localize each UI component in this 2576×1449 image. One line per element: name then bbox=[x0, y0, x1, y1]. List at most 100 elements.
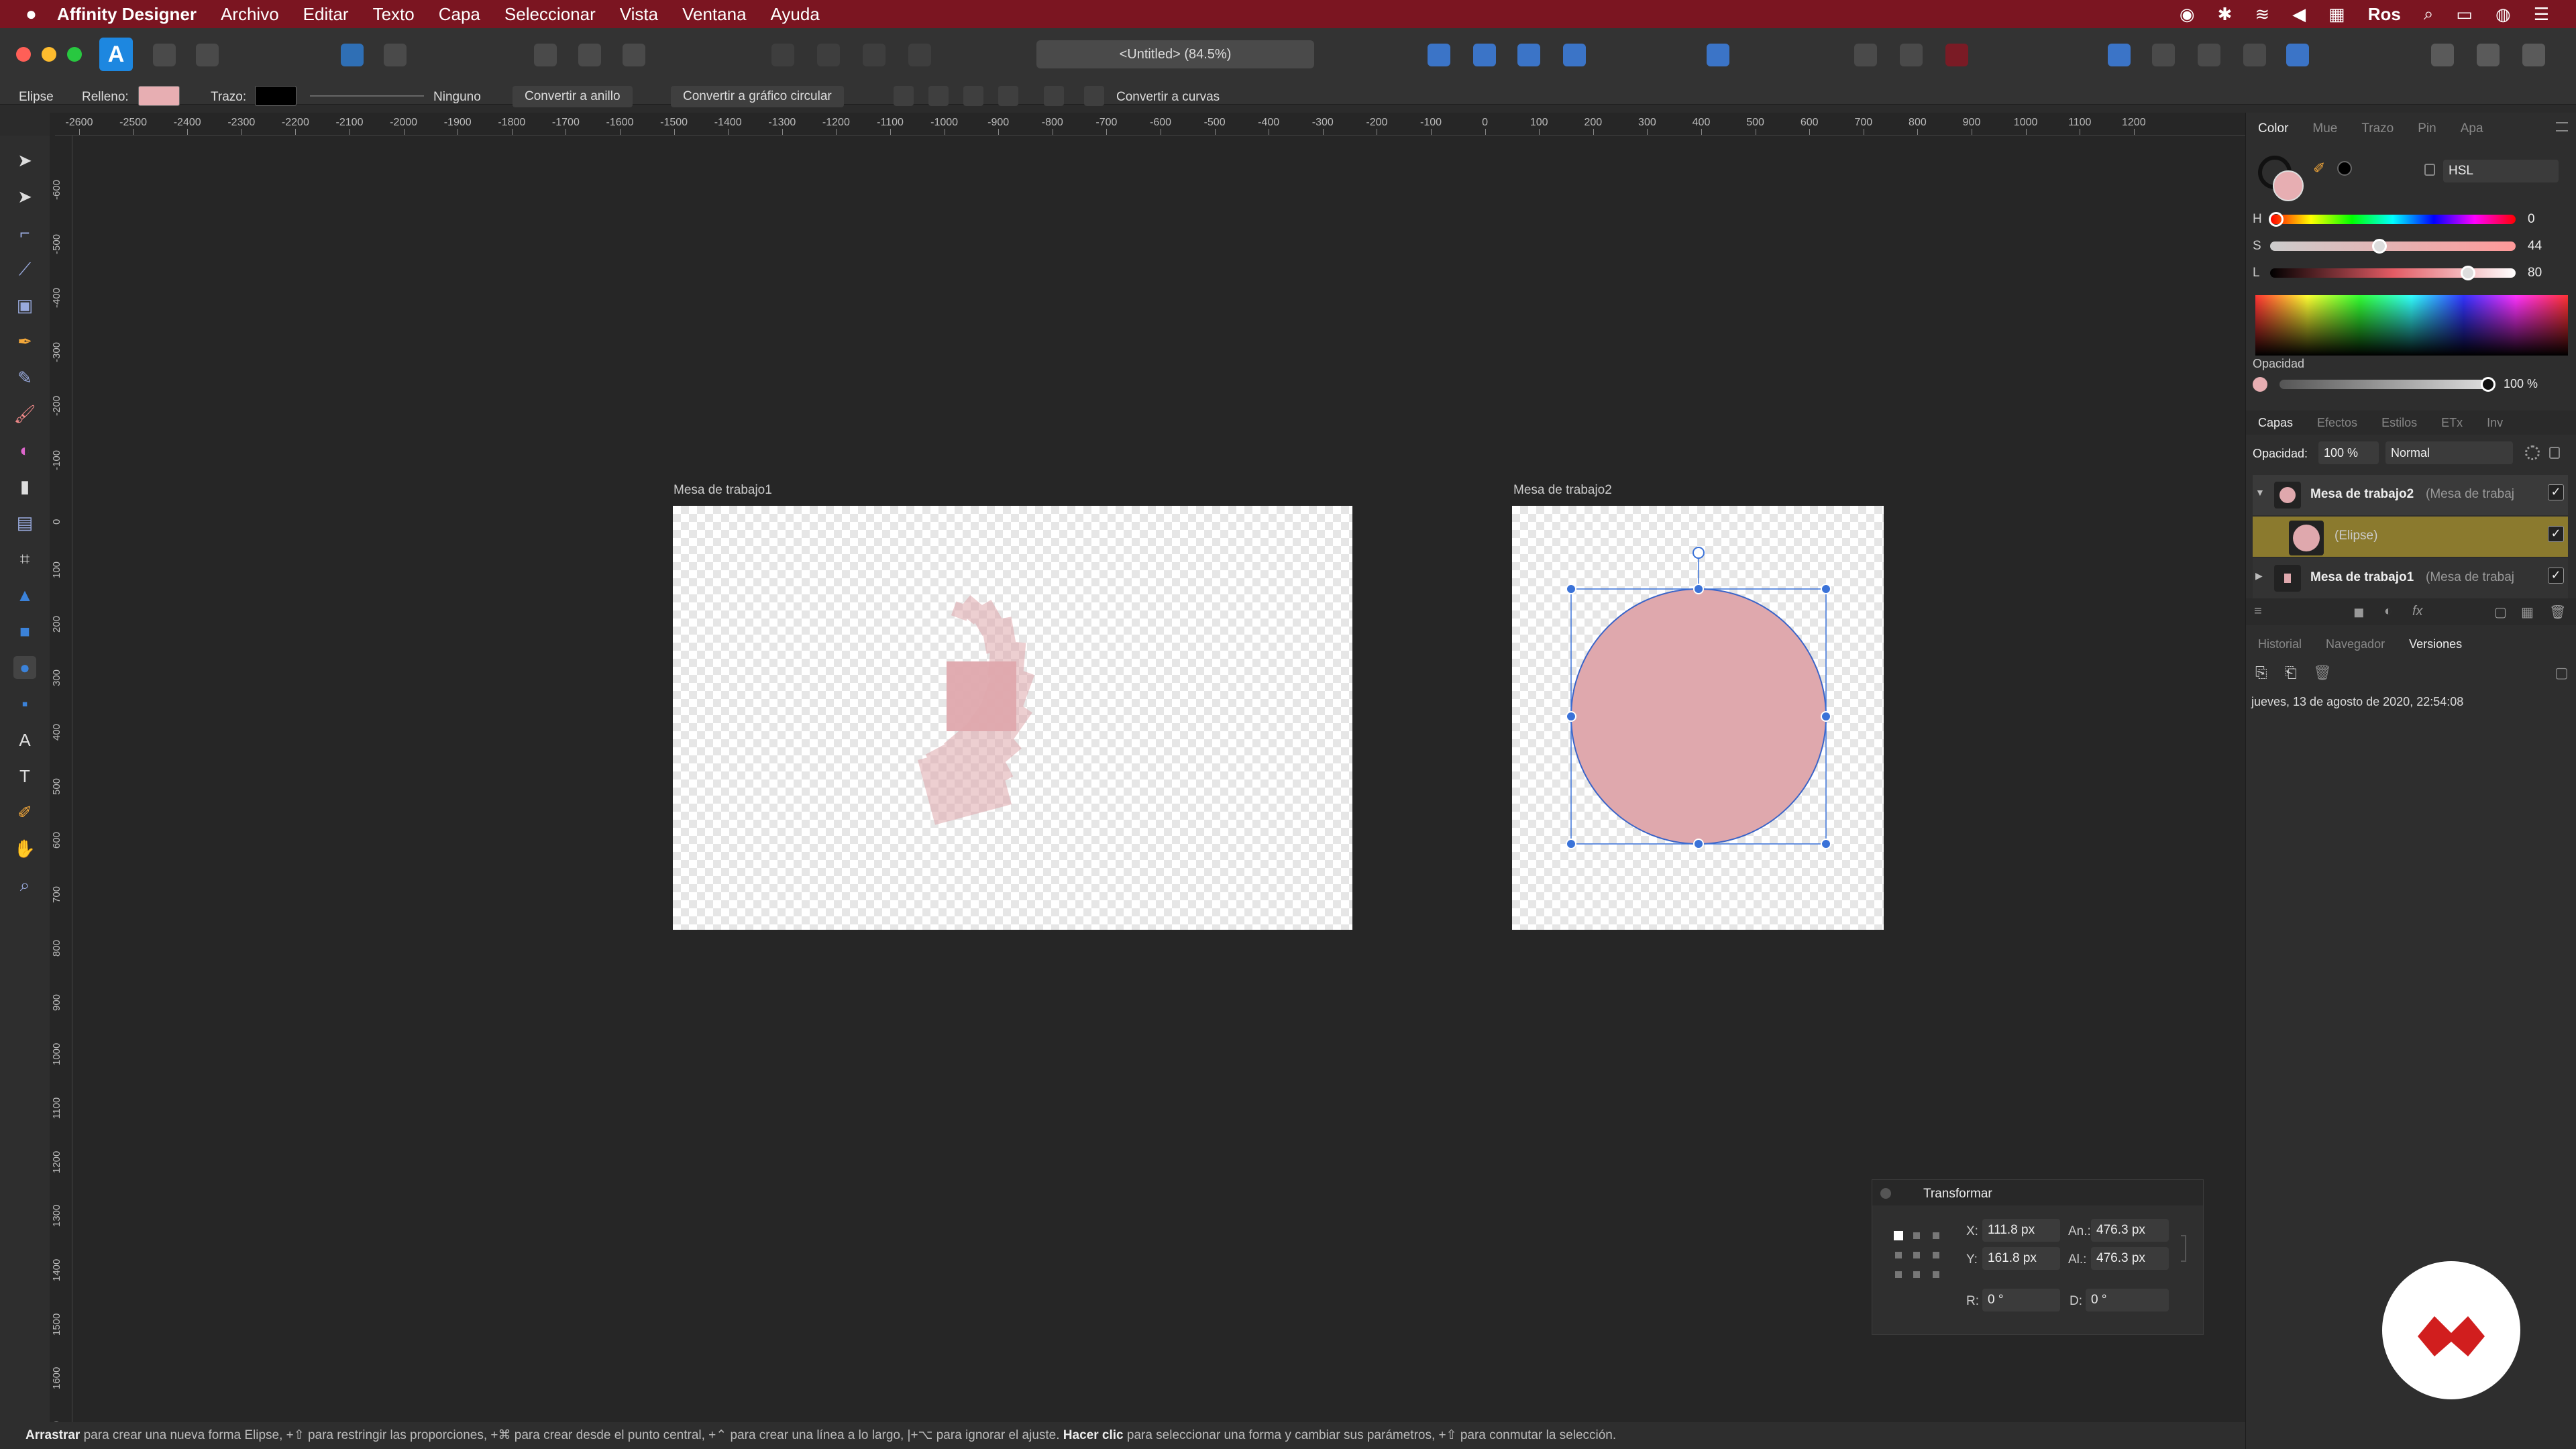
tab-appearance[interactable]: Apa bbox=[2449, 121, 2496, 136]
resize-handle-n[interactable] bbox=[1693, 584, 1704, 594]
opacity-value[interactable]: 100 % bbox=[2504, 377, 2538, 391]
assistant-icon[interactable] bbox=[341, 44, 364, 66]
visibility-checkbox[interactable]: ✓ bbox=[2548, 568, 2564, 584]
move-tool-icon[interactable]: ➤ bbox=[13, 149, 36, 172]
ellipse-shape[interactable] bbox=[1570, 588, 1827, 845]
tab-layers[interactable]: Capas bbox=[2246, 416, 2305, 430]
control-center-icon[interactable]: ▭ bbox=[2456, 4, 2473, 25]
insert-icon[interactable] bbox=[2286, 44, 2309, 66]
place-image-tool-icon[interactable]: ▤ bbox=[13, 511, 36, 534]
boolean-subtract-icon[interactable] bbox=[817, 44, 840, 66]
s-value[interactable]: 44 bbox=[2528, 239, 2542, 254]
pencil-tool-icon[interactable]: ✎ bbox=[13, 366, 36, 389]
save-version-icon[interactable]: ⎘ bbox=[2255, 664, 2267, 682]
siri-icon[interactable]: ◍ bbox=[2496, 4, 2511, 25]
triangle-tool-icon[interactable]: ▲ bbox=[13, 584, 36, 606]
link-proportions-icon[interactable] bbox=[2181, 1235, 2186, 1262]
close-window-button[interactable] bbox=[16, 47, 31, 62]
vector-brush-tool-icon[interactable]: 🖌 bbox=[13, 402, 36, 425]
hue-knob[interactable] bbox=[2269, 212, 2284, 227]
menu-ventana[interactable]: Ventana bbox=[682, 4, 746, 25]
stroke-width-value[interactable]: Ninguno bbox=[433, 90, 481, 105]
transform-origin-icon[interactable] bbox=[1044, 86, 1064, 106]
menu-archivo[interactable]: Archivo bbox=[221, 4, 279, 25]
align-icon[interactable] bbox=[1707, 44, 1729, 66]
expand-icon[interactable]: ▶ bbox=[2255, 570, 2263, 582]
layers-stack-icon[interactable]: ≡ bbox=[2254, 604, 2262, 619]
stroke-width-slider[interactable] bbox=[310, 95, 424, 97]
snap-center-icon[interactable] bbox=[894, 86, 914, 106]
move-back-icon[interactable] bbox=[2198, 44, 2220, 66]
designer-persona-icon[interactable]: A bbox=[99, 38, 133, 71]
snap-midpoint-icon[interactable] bbox=[963, 86, 983, 106]
resize-handle-ne[interactable] bbox=[1821, 584, 1831, 594]
saturation-slider[interactable] bbox=[2270, 241, 2516, 251]
settings-icon[interactable] bbox=[384, 44, 407, 66]
artboard-2[interactable] bbox=[1512, 506, 1884, 930]
tab-effects[interactable]: Efectos bbox=[2305, 416, 2369, 430]
h-value[interactable]: 0 bbox=[2528, 212, 2535, 227]
opacity-slider[interactable] bbox=[2279, 380, 2487, 389]
layer-row-artboard1[interactable]: ▶ Mesa de trabajo1 (Mesa de trabaj ✓ bbox=[2253, 558, 2568, 598]
panel-menu-icon[interactable] bbox=[2556, 122, 2568, 131]
lightness-slider[interactable] bbox=[2270, 268, 2516, 278]
flip-vertical-icon[interactable] bbox=[1473, 44, 1496, 66]
node-tool-icon[interactable]: ➤ bbox=[13, 185, 36, 208]
tab-styles[interactable]: Estilos bbox=[2369, 416, 2429, 430]
document-title[interactable]: <Untitled> (84.5%) bbox=[1036, 40, 1314, 68]
spiral-artwork[interactable] bbox=[673, 506, 1352, 930]
select-all-icon[interactable] bbox=[534, 44, 557, 66]
hand-tool-icon[interactable]: ✋ bbox=[13, 837, 36, 860]
resize-handle-se[interactable] bbox=[1821, 839, 1831, 849]
version-entry[interactable]: jueves, 13 de agosto de 2020, 22:54:08 bbox=[2251, 695, 2463, 709]
export-persona-icon[interactable] bbox=[196, 44, 219, 66]
boolean-intersect-icon[interactable] bbox=[863, 44, 885, 66]
calendar-icon[interactable]: ▦ bbox=[2328, 4, 2345, 25]
menu-ayuda[interactable]: Ayuda bbox=[771, 4, 820, 25]
notification-icon[interactable]: ☰ bbox=[2534, 4, 2549, 25]
snap-grid-small-icon[interactable] bbox=[998, 86, 1018, 106]
bluetooth-icon[interactable]: ✱ bbox=[2218, 4, 2233, 25]
resize-handle-w[interactable] bbox=[1566, 711, 1576, 722]
y-field[interactable]: 161.8 px bbox=[1982, 1247, 2060, 1270]
color-spectrum[interactable] bbox=[2255, 295, 2568, 356]
convert-curves-icon[interactable] bbox=[1084, 86, 1104, 106]
delete-layer-icon[interactable]: 🗑 bbox=[2549, 604, 2566, 621]
rotate-right-icon[interactable] bbox=[1563, 44, 1586, 66]
convert-pie-button[interactable]: Convertir a gráfico circular bbox=[671, 86, 844, 107]
move-to-back-icon[interactable] bbox=[2243, 44, 2266, 66]
blend-mode-select[interactable]: Normal bbox=[2385, 441, 2513, 464]
hue-slider[interactable] bbox=[2270, 215, 2516, 224]
artboard-tool-icon[interactable]: ▣ bbox=[13, 294, 36, 317]
layer-row-artboard2[interactable]: ▼ Mesa de trabajo2 (Mesa de trabaj ✓ bbox=[2253, 475, 2568, 515]
fill-swatch[interactable] bbox=[138, 86, 180, 106]
height-field[interactable]: 476.3 px bbox=[2091, 1247, 2169, 1270]
resize-handle-nw[interactable] bbox=[1566, 584, 1576, 594]
resize-handle-s[interactable] bbox=[1693, 839, 1704, 849]
menu-editar[interactable]: Editar bbox=[303, 4, 349, 25]
rotation-field[interactable]: 0 ° bbox=[1982, 1289, 2060, 1311]
add-layer-icon[interactable]: ▢ bbox=[2494, 604, 2507, 621]
snap-object-icon[interactable] bbox=[928, 86, 949, 106]
lock-icon[interactable] bbox=[2424, 164, 2435, 176]
artboard1-label[interactable]: Mesa de trabajo1 bbox=[674, 483, 772, 498]
boolean-add-icon[interactable] bbox=[771, 44, 794, 66]
x-field[interactable]: 111.8 px bbox=[1982, 1219, 2060, 1242]
tab-inventory[interactable]: Inv bbox=[2475, 416, 2515, 430]
layer-opacity-field[interactable]: 100 % bbox=[2318, 441, 2379, 464]
transform-mode-icon[interactable] bbox=[623, 44, 645, 66]
vertical-ruler[interactable]: -600 -500 -400 -300 -200 -100 0 100 200 300 400 500… bbox=[50, 136, 72, 1422]
opacity-knob[interactable] bbox=[2481, 377, 2496, 392]
color-picker-icon[interactable]: ✐ bbox=[2313, 160, 2329, 176]
tab-swatches[interactable]: Mue bbox=[2300, 121, 2349, 136]
collapse-icon[interactable]: ▼ bbox=[2255, 487, 2265, 498]
lightness-knob[interactable] bbox=[2461, 266, 2475, 280]
apple-icon[interactable]: ● bbox=[25, 3, 37, 25]
resize-handle-e[interactable] bbox=[1821, 711, 1831, 722]
tab-stroke[interactable]: Trazo bbox=[2349, 121, 2406, 136]
fx-icon[interactable]: fx bbox=[2412, 604, 2423, 619]
tab-text-styles[interactable]: ETx bbox=[2429, 416, 2475, 430]
shear-field[interactable]: 0 ° bbox=[2086, 1289, 2169, 1311]
hide-panels-icon[interactable] bbox=[2522, 44, 2545, 66]
view-mode-icon[interactable] bbox=[2477, 44, 2500, 66]
